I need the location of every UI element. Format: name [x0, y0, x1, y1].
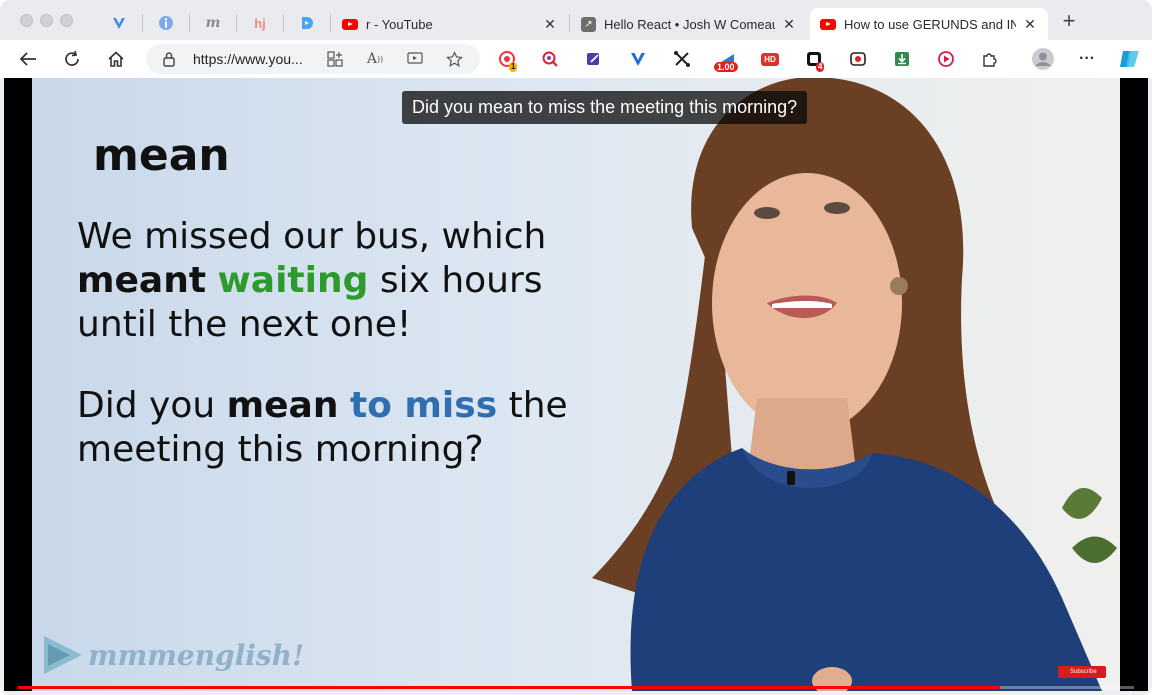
cross-tools-extension-icon[interactable]: [672, 49, 692, 69]
zoom-window-button[interactable]: [60, 14, 73, 27]
favorite-star-icon[interactable]: [443, 49, 465, 69]
play-extension-icon[interactable]: [936, 49, 956, 69]
tab-gerunds-active[interactable]: How to use GERUNDS and INFINIT ✕: [810, 8, 1048, 40]
minimize-window-button[interactable]: [40, 14, 53, 27]
copilot-icon[interactable]: [1118, 47, 1142, 71]
url-text[interactable]: https://www.you...: [193, 51, 303, 67]
screen-record-extension-icon[interactable]: [848, 49, 868, 69]
profile-avatar[interactable]: [1031, 47, 1055, 71]
example-sentence-2-line-1: Did you mean to miss the: [77, 385, 568, 426]
close-window-button[interactable]: [20, 14, 33, 27]
home-button[interactable]: [103, 47, 129, 71]
example-sentence-2-line-2: meeting this morning?: [77, 429, 484, 470]
pinned-tab-hj-icon[interactable]: hj: [249, 12, 271, 34]
address-bar[interactable]: https://www.you... A)): [146, 44, 480, 74]
back-button[interactable]: [15, 47, 41, 71]
refresh-button[interactable]: [59, 47, 85, 71]
video-caption: Did you mean to miss the meeting this mo…: [402, 91, 808, 124]
video-player[interactable]: Did you mean to miss the meeting this mo…: [4, 78, 1148, 691]
more-options-icon[interactable]: ···: [1077, 49, 1097, 69]
logo-play-icon: [44, 636, 82, 674]
pinned-tab-info-icon[interactable]: [155, 12, 177, 34]
app-available-icon[interactable]: [324, 49, 346, 69]
video-cast-icon[interactable]: [404, 49, 426, 69]
record-extension-icon[interactable]: 1: [497, 49, 518, 72]
pinned-tab-m-icon[interactable]: m: [202, 12, 224, 34]
pinned-tab-d-icon[interactable]: [296, 12, 318, 34]
edit-extension-icon[interactable]: [584, 49, 604, 69]
puzzle-extensions-icon[interactable]: [980, 49, 1000, 69]
zoom-search-extension-icon[interactable]: [540, 49, 560, 69]
tab-youtube[interactable]: r - YouTube ✕: [332, 8, 568, 40]
hd-extension-icon[interactable]: HD: [760, 49, 780, 69]
video-progress-fill: [18, 686, 1001, 689]
counter-extension-icon[interactable]: 4: [804, 49, 825, 72]
browser-toolbar: https://www.you... A)) 1 1.00 HD 4 ···: [0, 40, 1152, 78]
tab-hello-react[interactable]: ↗ Hello React • Josh W Comeau's ✕: [571, 8, 807, 40]
channel-logo: mmmenglish!: [42, 633, 304, 677]
speed-extension-icon[interactable]: 1.00: [714, 49, 738, 72]
pinned-tab-v-icon[interactable]: [108, 12, 130, 34]
read-aloud-icon[interactable]: A)): [364, 49, 386, 69]
subscribe-watermark[interactable]: Subscribe: [1058, 666, 1106, 678]
video-frame[interactable]: Did you mean to miss the meeting this mo…: [32, 78, 1120, 691]
close-tab-icon[interactable]: ✕: [542, 16, 558, 33]
external-link-icon: ↗: [581, 16, 596, 32]
new-tab-button[interactable]: +: [1058, 10, 1080, 33]
example-sentence-1-line-1: We missed our bus, which: [77, 216, 547, 257]
download-extension-icon[interactable]: [892, 49, 912, 69]
youtube-icon: [820, 18, 836, 30]
video-progress-bar[interactable]: [18, 686, 1134, 689]
browser-window: m hj r - YouTube ✕ ↗ Hello React • Josh …: [0, 0, 1152, 695]
example-sentence-1-line-3: until the next one!: [77, 304, 412, 345]
example-sentence-1-line-2: meant waiting six hours: [77, 260, 543, 301]
presenter-image: [592, 78, 1117, 691]
youtube-icon: [342, 18, 358, 30]
lock-icon[interactable]: [162, 51, 176, 67]
headword: mean: [93, 130, 230, 181]
close-tab-icon[interactable]: ✕: [1022, 16, 1038, 33]
vee-extension-icon[interactable]: [628, 49, 648, 69]
tab-strip: m hj r - YouTube ✕ ↗ Hello React • Josh …: [0, 0, 1152, 44]
close-tab-icon[interactable]: ✕: [781, 16, 797, 33]
